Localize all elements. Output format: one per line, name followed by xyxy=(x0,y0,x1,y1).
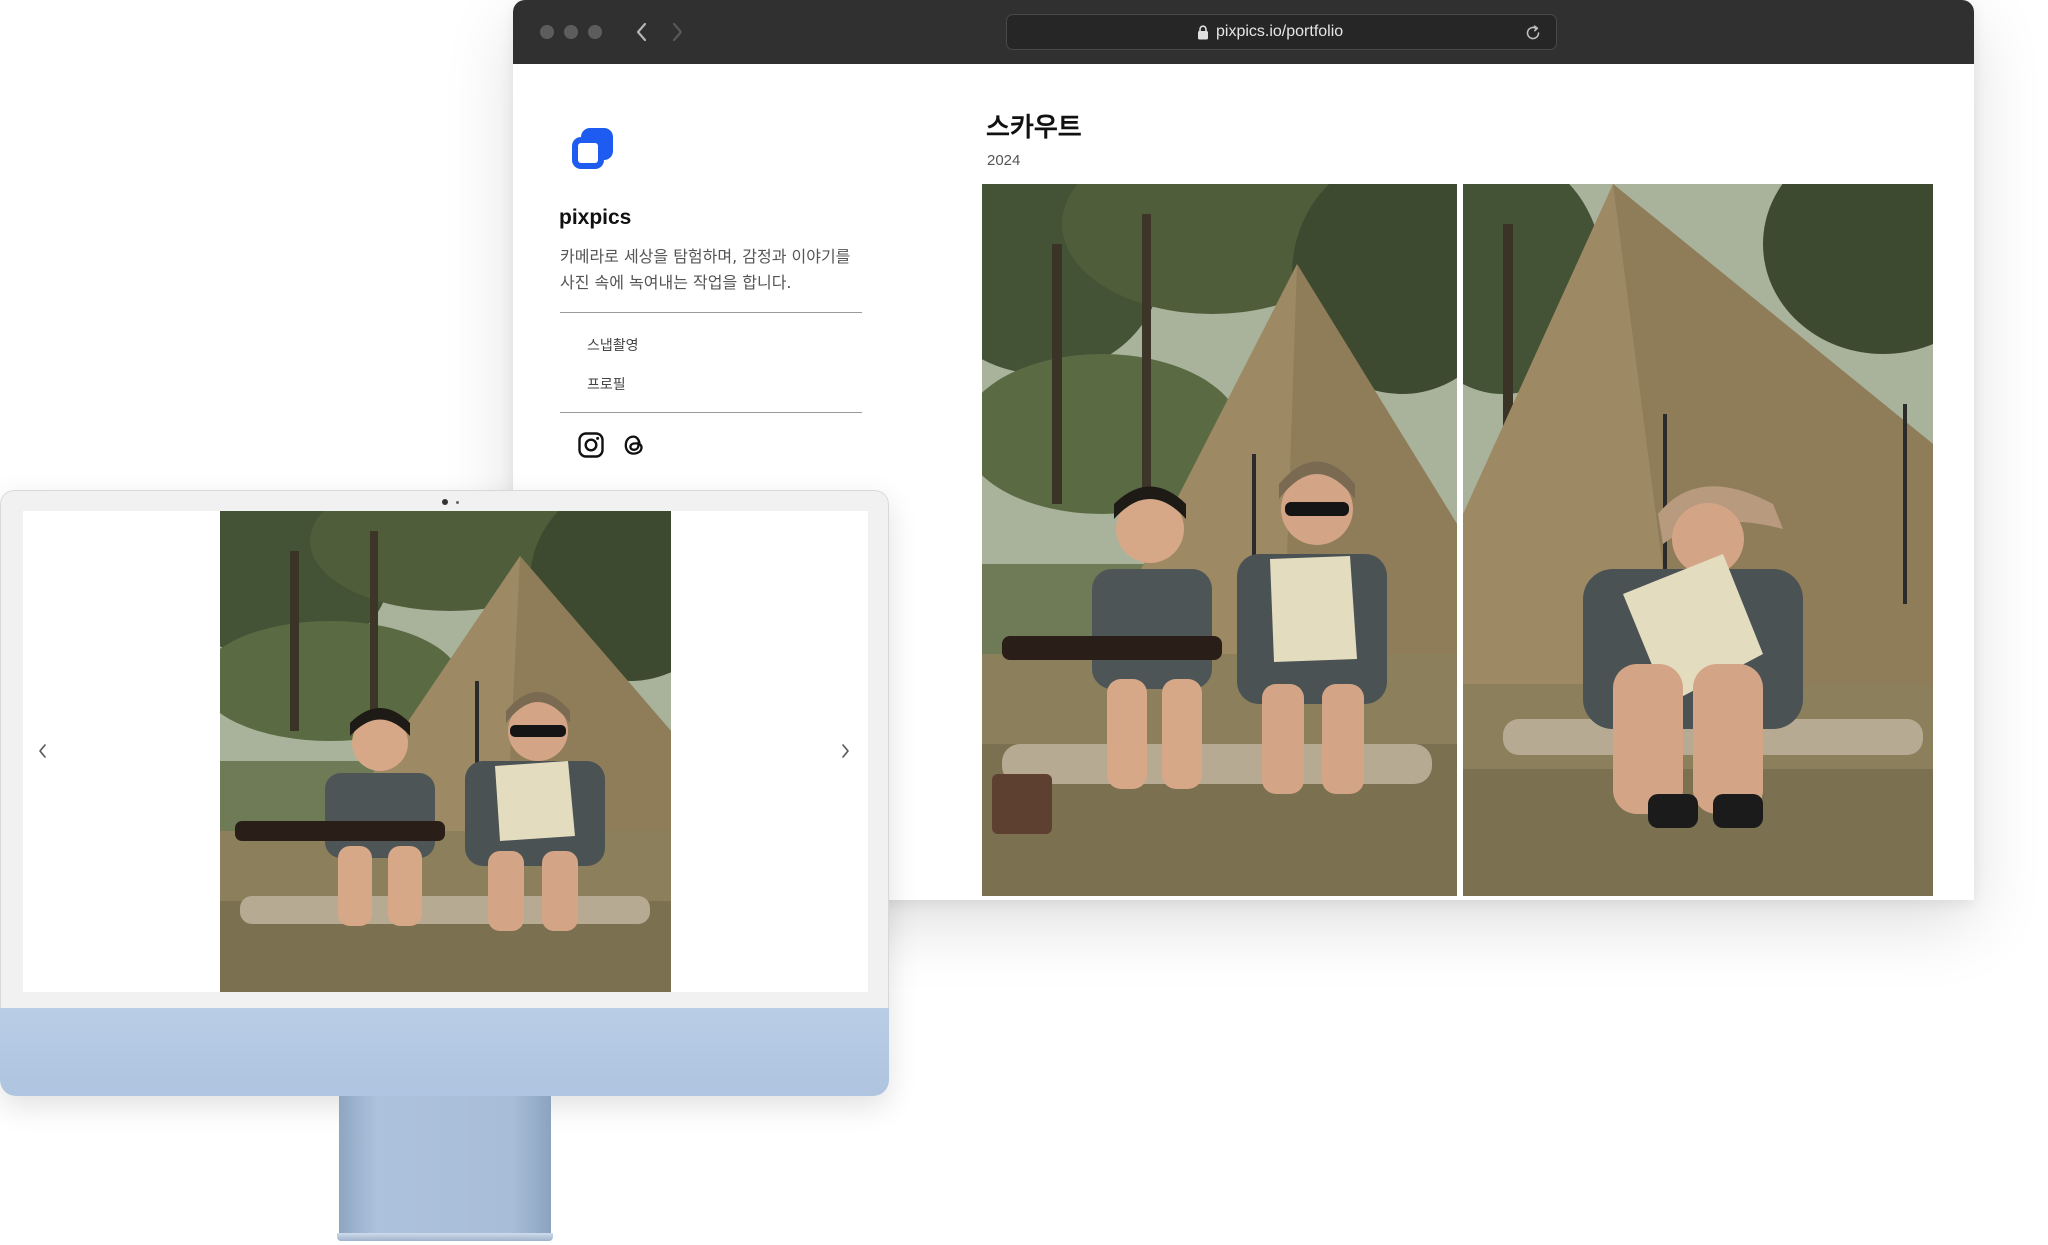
threads-icon[interactable] xyxy=(620,431,648,459)
imac-screen xyxy=(23,511,868,992)
lock-icon xyxy=(1197,25,1209,40)
imac-chin xyxy=(0,1008,889,1096)
address-bar[interactable]: pixpics.io/portfolio xyxy=(1006,14,1557,50)
scout-photo-2[interactable] xyxy=(1463,184,1933,896)
chevron-right-icon[interactable] xyxy=(835,739,855,763)
back-arrow-icon[interactable] xyxy=(630,18,654,46)
reload-icon[interactable] xyxy=(1524,24,1542,42)
browser-titlebar: pixpics.io/portfolio xyxy=(513,0,1974,64)
minimize-window-button[interactable] xyxy=(564,25,578,39)
post-title: 스카우트 xyxy=(986,113,1082,143)
brand-description: 카메라로 세상을 탐험하며, 감정과 이야기를 사진 속에 녹여내는 작업을 합… xyxy=(560,247,851,292)
post-year: 2024 xyxy=(987,152,1021,169)
forward-arrow-icon[interactable] xyxy=(665,18,689,46)
instagram-icon[interactable] xyxy=(577,431,605,459)
imac-bezel xyxy=(0,490,889,1008)
brand-name: pixpics xyxy=(559,206,632,229)
camera-icon xyxy=(442,499,448,505)
close-window-button[interactable] xyxy=(540,25,554,39)
chevron-left-icon[interactable] xyxy=(33,739,53,763)
imac-display xyxy=(0,490,889,1096)
pixpics-logo-icon[interactable] xyxy=(570,126,616,172)
maximize-window-button[interactable] xyxy=(588,25,602,39)
menu-item-snap[interactable]: 스냅촬영 xyxy=(587,335,639,355)
stage: pixpics.io/portfolio pixpics 카메라로 세상을 탐험… xyxy=(0,0,2048,1245)
scout-photo-1[interactable] xyxy=(982,184,1457,896)
sidebar-divider xyxy=(560,312,862,313)
imac-stand xyxy=(339,1096,551,1240)
slideshow-photo[interactable] xyxy=(220,511,671,992)
menu-item-profile[interactable]: 프로필 xyxy=(587,374,626,394)
url-text: pixpics.io/portfolio xyxy=(1216,23,1344,40)
imac-stand-foot xyxy=(337,1233,553,1241)
camera-indicator xyxy=(456,501,459,504)
sidebar-divider xyxy=(560,412,862,413)
